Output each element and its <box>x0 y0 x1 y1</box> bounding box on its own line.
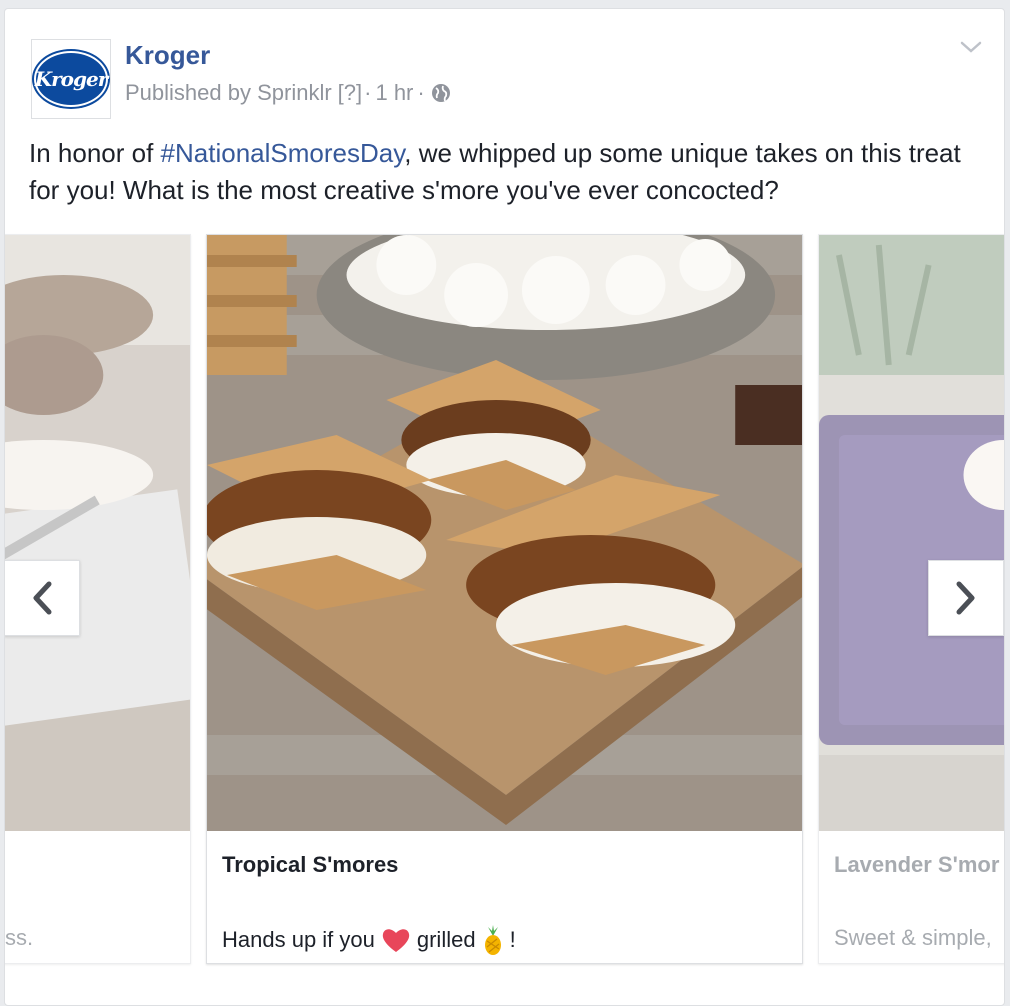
globe-icon[interactable] <box>431 83 451 103</box>
timestamp-link[interactable]: 1 hr <box>375 79 413 107</box>
meta-separator: · <box>417 80 425 105</box>
heart-emoji-icon <box>382 929 410 952</box>
meta-separator: · <box>364 80 372 105</box>
carousel-item-description: ss. <box>5 925 34 950</box>
carousel-item[interactable]: Tropical S'mores Hands up if you grilled… <box>206 234 803 964</box>
carousel-item-image <box>207 235 802 831</box>
carousel-item-image <box>5 235 190 831</box>
carousel-item-title: Lavender S'mor <box>834 852 1000 877</box>
chevron-left-icon <box>33 581 52 615</box>
post-text: In honor of #NationalSmoresDay, we whipp… <box>29 138 961 205</box>
post-meta: Published by Sprinklr [?] · 1 hr · <box>125 79 451 107</box>
post-card: Kroger Kroger Published by Sprinklr [?] … <box>4 8 1005 1006</box>
carousel-prev-button[interactable] <box>5 560 80 636</box>
carousel-item-title: Tropical S'mores <box>222 852 399 877</box>
carousel: ss. Tropical S'mores Hands up if you gri… <box>5 234 1004 969</box>
carousel-item-description: Sweet & simple, <box>834 925 992 950</box>
hashtag-link[interactable]: #NationalSmoresDay <box>161 138 405 168</box>
carousel-next-button[interactable] <box>928 560 1004 636</box>
chevron-right-icon <box>956 581 975 615</box>
chevron-down-icon[interactable] <box>958 37 984 57</box>
carousel-item-image <box>819 235 1004 831</box>
published-by: Published by Sprinklr <box>125 80 332 105</box>
pineapple-emoji-icon <box>484 925 501 955</box>
kroger-logo: Kroger <box>34 51 108 107</box>
page-avatar[interactable]: Kroger <box>31 39 111 119</box>
page-name-link[interactable]: Kroger <box>125 39 210 71</box>
help-link[interactable]: [?] <box>338 79 362 107</box>
carousel-item-description: Hands up if you grilled ! <box>222 925 516 955</box>
